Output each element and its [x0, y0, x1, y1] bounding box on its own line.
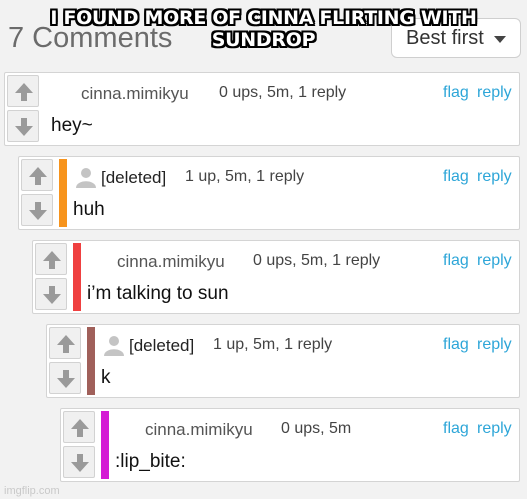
arrow-up-icon	[15, 83, 33, 101]
comment-2: cinna.mimikyu 0 ups, 5m, 1 reply flag re…	[32, 240, 520, 314]
arrow-up-icon	[29, 167, 47, 185]
meme-caption: I FOUND MORE OF CINNA FLIRTING WITH SUND…	[50, 7, 477, 51]
comment-text: k	[101, 367, 111, 388]
avatar-icon	[76, 168, 96, 188]
comment-text: huh	[73, 199, 105, 220]
reply-link[interactable]: reply	[477, 168, 512, 186]
comment-3: [deleted] 1 up, 5m, 1 reply flag reply k	[46, 324, 520, 398]
avatar-icon	[104, 336, 124, 356]
flag-link[interactable]: flag	[443, 84, 469, 102]
arrow-up-icon	[43, 251, 61, 269]
comment-username[interactable]: cinna.mimikyu	[117, 252, 225, 272]
comment-username[interactable]: cinna.mimikyu	[145, 420, 253, 440]
comment-0: cinna.mimikyu 0 ups, 5m, 1 reply flag re…	[4, 72, 520, 146]
arrow-down-icon	[29, 202, 47, 220]
flag-link[interactable]: flag	[443, 420, 469, 438]
comment-meta: 1 up, 5m, 1 reply	[213, 336, 333, 353]
downvote-button[interactable]	[7, 110, 39, 142]
downvote-button[interactable]	[21, 194, 53, 226]
flag-link[interactable]: flag	[443, 168, 469, 186]
upvote-button[interactable]	[35, 243, 67, 275]
comment-username[interactable]: cinna.mimikyu	[81, 84, 189, 104]
comment-text: hey~	[51, 115, 93, 136]
flag-link[interactable]: flag	[443, 336, 469, 354]
upvote-button[interactable]	[49, 327, 81, 359]
comment-username: [deleted]	[129, 336, 195, 355]
flag-link[interactable]: flag	[443, 252, 469, 270]
watermark: imgflip.com	[4, 485, 60, 497]
upvote-button[interactable]	[21, 159, 53, 191]
upvote-button[interactable]	[63, 411, 95, 443]
reply-link[interactable]: reply	[477, 252, 512, 270]
comment-text: i’m talking to sun	[87, 283, 229, 304]
reply-link[interactable]: reply	[477, 84, 512, 102]
reply-link[interactable]: reply	[477, 420, 512, 438]
comment-meta: 0 ups, 5m, 1 reply	[253, 252, 381, 269]
downvote-button[interactable]	[63, 446, 95, 478]
comment-username: [deleted]	[101, 168, 167, 187]
arrow-up-icon	[71, 419, 89, 437]
upvote-button[interactable]	[7, 75, 39, 107]
arrow-down-icon	[15, 118, 33, 136]
arrow-up-icon	[57, 335, 75, 353]
comment-meta: 0 ups, 5m, 1 reply	[219, 84, 347, 101]
downvote-button[interactable]	[35, 278, 67, 310]
arrow-down-icon	[57, 370, 75, 388]
comment-meta: 1 up, 5m, 1 reply	[185, 168, 305, 185]
comment-1: [deleted] 1 up, 5m, 1 reply flag reply h…	[18, 156, 520, 230]
thread-accent-bar	[59, 159, 67, 227]
downvote-button[interactable]	[49, 362, 81, 394]
comment-text: :lip_bite:	[115, 451, 186, 472]
thread-accent-bar	[87, 327, 95, 395]
reply-link[interactable]: reply	[477, 336, 512, 354]
arrow-down-icon	[71, 454, 89, 472]
arrow-down-icon	[43, 286, 61, 304]
thread-accent-bar	[101, 411, 109, 479]
comment-meta: 0 ups, 5m	[281, 420, 352, 437]
comment-4: cinna.mimikyu 0 ups, 5m flag reply :lip_…	[60, 408, 520, 482]
thread-accent-bar	[73, 243, 81, 311]
